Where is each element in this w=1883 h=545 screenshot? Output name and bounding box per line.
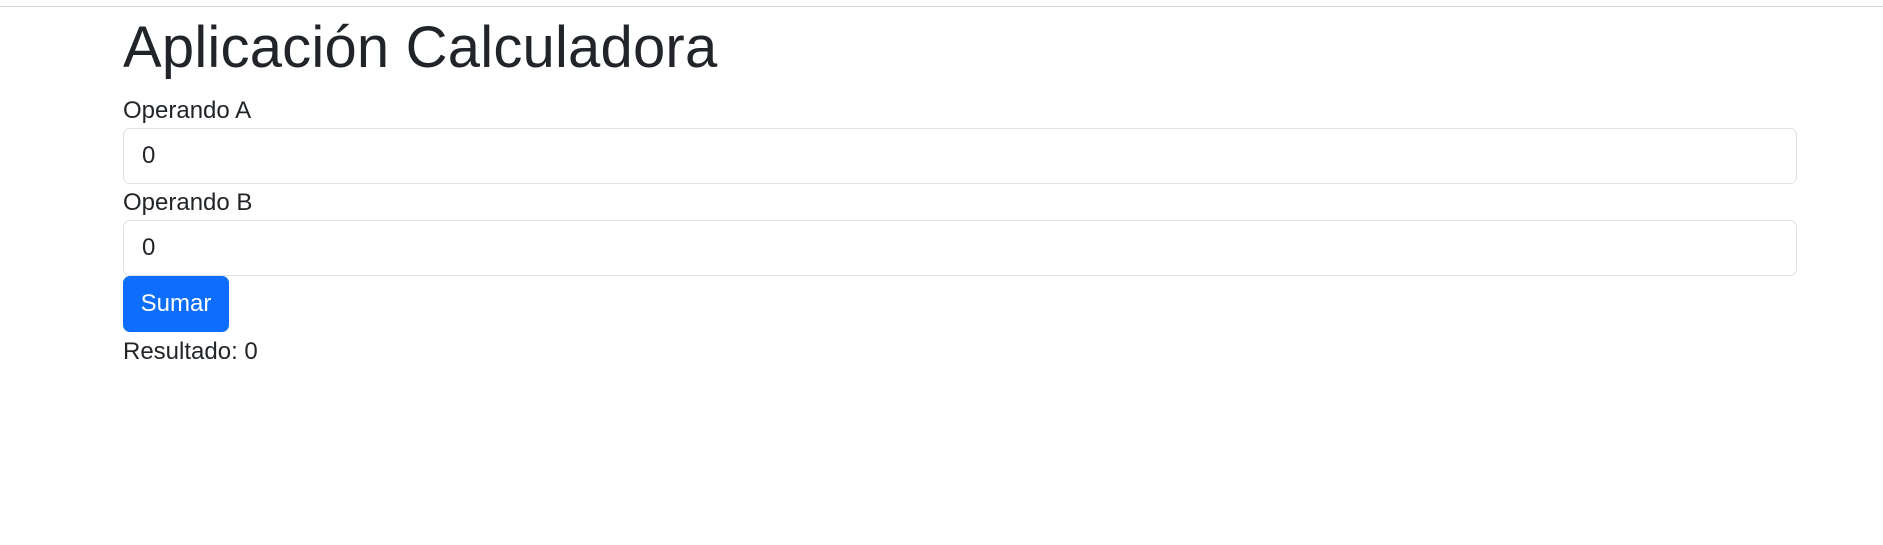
operand-a-input[interactable] <box>123 128 1797 184</box>
operand-b-input[interactable] <box>123 220 1797 276</box>
result-text: Resultado: 0 <box>123 338 258 365</box>
sum-button[interactable]: Sumar <box>123 276 229 332</box>
top-border-line <box>0 6 1883 7</box>
page-title: Aplicación Calculadora <box>123 15 718 80</box>
operand-a-label: Operando A <box>123 97 252 124</box>
operand-b-label: Operando B <box>123 189 253 216</box>
